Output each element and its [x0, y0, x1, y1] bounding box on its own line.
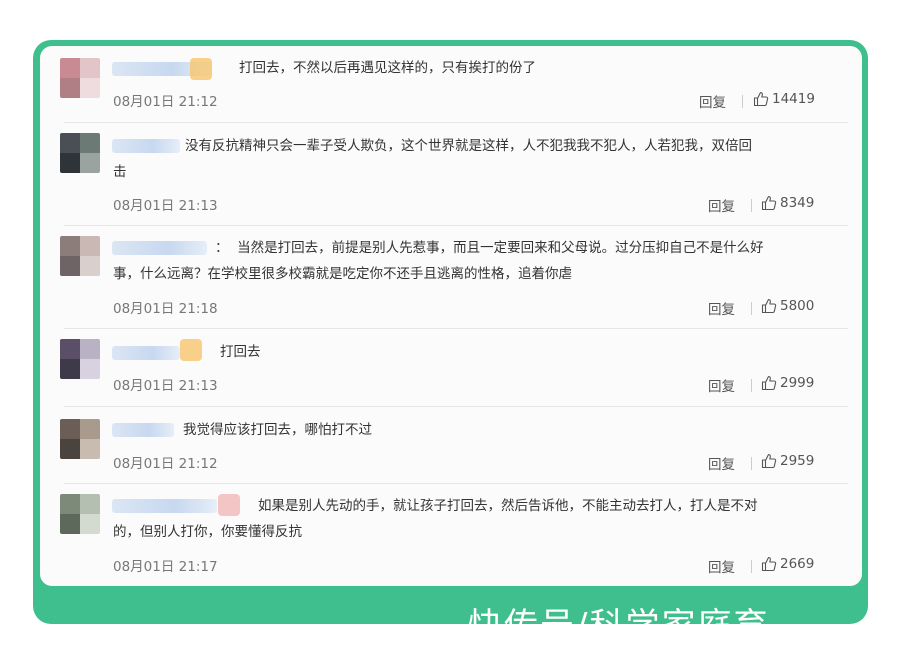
avatar-pixel	[80, 514, 100, 534]
avatar-pixel	[60, 439, 80, 459]
comment-item: ： 当然是打回去，前提是别人先惹事，而且一定要回来和父母说。过分压抑自己不是什么…	[40, 226, 862, 328]
like-count: 5800	[780, 298, 815, 314]
avatar[interactable]	[60, 339, 100, 379]
comment-time: 08月01日 21:13	[113, 198, 218, 214]
avatar-pixel	[80, 494, 100, 514]
like-count: 14419	[772, 91, 815, 107]
avatar-pixel	[60, 339, 80, 359]
like-button[interactable]: 2999	[761, 375, 814, 391]
like-button[interactable]: 2669	[761, 556, 814, 572]
comment-item: 打回去 08月01日 21:13 回复 2999	[40, 329, 862, 406]
watermark-text: 快传号/科学家庭育	[468, 606, 770, 646]
action-divider	[751, 302, 752, 315]
avatar-pixel	[80, 153, 100, 173]
reply-button[interactable]: 回复	[708, 453, 735, 473]
like-button[interactable]: 8349	[761, 195, 814, 211]
action-divider	[751, 560, 752, 573]
thumbs-up-icon	[761, 556, 777, 572]
avatar-pixel	[80, 419, 100, 439]
action-divider	[751, 457, 752, 470]
comment-text: 打回去	[220, 344, 261, 360]
reply-button[interactable]: 回复	[708, 375, 735, 395]
like-button[interactable]: 2959	[761, 453, 814, 469]
like-count: 8349	[780, 195, 815, 211]
avatar-pixel	[60, 153, 80, 173]
avatar-pixel	[80, 256, 100, 276]
comment-text: 打回去，不然以后再遇见这样的，只有挨打的份了	[239, 60, 536, 76]
avatar-pixel	[60, 78, 80, 98]
comment-list: 打回去，不然以后再遇见这样的，只有挨打的份了 08月01日 21:12 回复 1…	[40, 46, 862, 586]
avatar-pixel	[80, 133, 100, 153]
comment-item: 如果是别人先动的手，就让孩子打回去，然后告诉他，不能主动去打人，打人是不对 的，…	[40, 484, 862, 586]
comment-time: 08月01日 21:12	[113, 94, 218, 110]
comment-text: 我觉得应该打回去，哪怕打不过	[183, 422, 372, 438]
comment-text: ： 当然是打回去，前提是别人先惹事，而且一定要回来和父母说。过分压抑自己不是什么…	[113, 240, 764, 282]
action-divider	[751, 379, 752, 392]
comment-time: 08月01日 21:12	[113, 456, 218, 472]
like-count: 2669	[780, 556, 815, 572]
username-blurred[interactable]	[112, 346, 180, 360]
avatar-pixel	[80, 236, 100, 256]
avatar-pixel	[60, 359, 80, 379]
avatar[interactable]	[60, 236, 100, 276]
avatar-pixel	[80, 359, 100, 379]
avatar-pixel	[60, 514, 80, 534]
avatar-pixel	[80, 439, 100, 459]
comment-item: 我觉得应该打回去，哪怕打不过 08月01日 21:12 回复 2959	[40, 407, 862, 483]
reply-button[interactable]: 回复	[708, 195, 735, 215]
comment-time: 08月01日 21:17	[113, 559, 218, 575]
comment-time: 08月01日 21:18	[113, 301, 218, 317]
reply-button[interactable]: 回复	[699, 91, 726, 111]
username-emoji	[180, 339, 202, 361]
reply-button[interactable]: 回复	[708, 298, 735, 318]
avatar[interactable]	[60, 494, 100, 534]
avatar-pixel	[80, 339, 100, 359]
thumbs-up-icon	[761, 375, 777, 391]
avatar[interactable]	[60, 133, 100, 173]
avatar-pixel	[80, 58, 100, 78]
avatar[interactable]	[60, 419, 100, 459]
avatar-pixel	[60, 256, 80, 276]
avatar[interactable]	[60, 58, 100, 98]
thumbs-up-icon	[761, 298, 777, 314]
thumbs-up-icon	[761, 195, 777, 211]
avatar-pixel	[60, 494, 80, 514]
reply-button[interactable]: 回复	[708, 556, 735, 576]
comment-item: 没有反抗精神只会一辈子受人欺负，这个世界就是这样，人不犯我我不犯人，人若犯我，双…	[40, 123, 862, 225]
username-emoji	[190, 58, 212, 80]
action-divider	[751, 199, 752, 212]
like-button[interactable]: 14419	[753, 91, 815, 107]
avatar-pixel	[60, 58, 80, 78]
comment-text: 如果是别人先动的手，就让孩子打回去，然后告诉他，不能主动去打人，打人是不对 的，…	[113, 498, 758, 540]
comment-time: 08月01日 21:13	[113, 378, 218, 394]
like-button[interactable]: 5800	[761, 298, 814, 314]
action-divider	[742, 95, 743, 108]
thumbs-up-icon	[753, 91, 769, 107]
thumbs-up-icon	[761, 453, 777, 469]
comment-text: 没有反抗精神只会一辈子受人欺负，这个世界就是这样，人不犯我我不犯人，人若犯我，双…	[113, 138, 752, 180]
avatar-pixel	[60, 419, 80, 439]
avatar-pixel	[60, 133, 80, 153]
avatar-pixel	[80, 78, 100, 98]
like-count: 2959	[780, 453, 815, 469]
avatar-pixel	[60, 236, 80, 256]
like-count: 2999	[780, 375, 815, 391]
comment-item: 打回去，不然以后再遇见这样的，只有挨打的份了 08月01日 21:12 回复 1…	[40, 46, 862, 122]
username-blurred[interactable]	[112, 423, 174, 437]
